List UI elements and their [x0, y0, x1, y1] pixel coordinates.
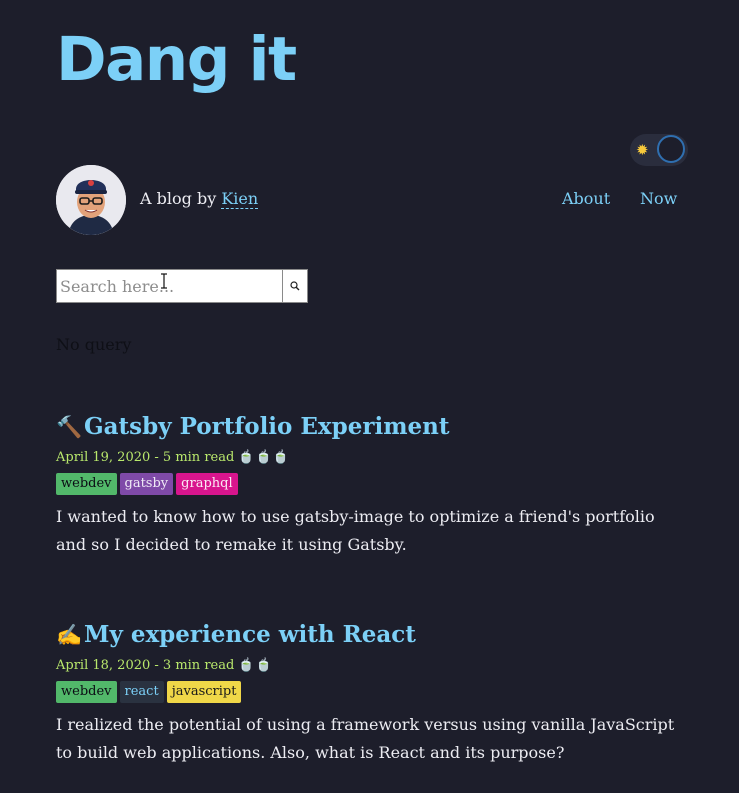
author-link[interactable]: Kien — [221, 189, 259, 209]
post-date-readtime: April 19, 2020 - 5 min read — [56, 450, 235, 465]
byline-prefix: A blog by — [140, 189, 222, 208]
coffee-cups-icon: 🍵🍵🍵 — [238, 450, 290, 465]
toggle-knob — [657, 135, 685, 163]
text-cursor-icon — [161, 273, 167, 289]
tag-react[interactable]: react — [119, 681, 164, 703]
search-input[interactable] — [56, 269, 283, 303]
post-title[interactable]: 🔨Gatsby Portfolio Experiment — [56, 411, 686, 443]
nav-now-link[interactable]: Now — [640, 187, 677, 211]
tag-webdev[interactable]: webdev — [56, 681, 117, 703]
post-title-text[interactable]: Gatsby Portfolio Experiment — [84, 413, 450, 440]
avatar-illustration — [56, 165, 126, 235]
search-button[interactable] — [282, 269, 308, 303]
tag-webdev[interactable]: webdev — [56, 473, 117, 495]
nav-about-link[interactable]: About — [562, 187, 610, 211]
tag-javascript[interactable]: javascript — [166, 681, 242, 703]
tag-graphql[interactable]: graphql — [176, 473, 238, 495]
theme-toggle[interactable]: ✹ — [630, 134, 688, 166]
post-date-readtime: April 18, 2020 - 3 min read — [56, 658, 235, 673]
tag-list: webdev gatsby graphql — [56, 473, 686, 495]
coffee-cups-icon: 🍵🍵 — [238, 658, 273, 673]
avatar — [56, 165, 126, 235]
post-meta: April 18, 2020 - 3 min read 🍵🍵 — [56, 657, 686, 675]
post-item: 🔨Gatsby Portfolio Experiment April 19, 2… — [56, 411, 686, 559]
post-excerpt: I realized the potential of using a fram… — [56, 715, 675, 762]
writing-hand-icon: ✍️ — [56, 623, 83, 647]
post-excerpt: I wanted to know how to use gatsby-image… — [56, 507, 655, 554]
byline: A blog by Kien — [140, 187, 259, 211]
hammer-icon: 🔨 — [56, 415, 83, 439]
tag-gatsby[interactable]: gatsby — [119, 473, 174, 495]
site-title[interactable]: Dang it — [56, 18, 297, 102]
post-title[interactable]: ✍️My experience with React — [56, 619, 686, 651]
sun-icon: ✹ — [636, 141, 649, 159]
post-meta: April 19, 2020 - 5 min read 🍵🍵🍵 — [56, 449, 686, 467]
post-item: ✍️My experience with React April 18, 202… — [56, 619, 686, 767]
search-status: No query — [56, 335, 132, 354]
tag-list: webdev react javascript — [56, 681, 686, 703]
search-icon — [290, 281, 300, 291]
post-title-text[interactable]: My experience with React — [84, 621, 416, 648]
